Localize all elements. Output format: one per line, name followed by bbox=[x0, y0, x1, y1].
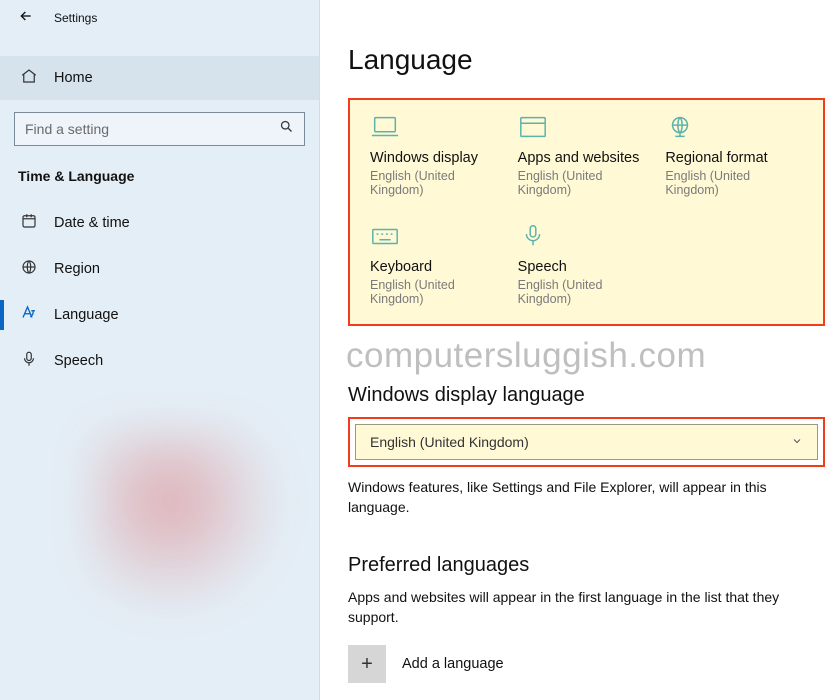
decorative-blur bbox=[90, 430, 290, 610]
nav-home[interactable]: Home bbox=[0, 56, 319, 100]
add-language-button[interactable]: + Add a language bbox=[348, 645, 825, 683]
tile-regional-format[interactable]: Regional format English (United Kingdom) bbox=[665, 114, 803, 197]
home-icon bbox=[20, 67, 38, 90]
nav: Date & time Region Language bbox=[0, 200, 319, 384]
tile-title: Apps and websites bbox=[518, 150, 656, 166]
globe-stand-icon bbox=[665, 114, 695, 140]
search-field[interactable] bbox=[25, 121, 279, 137]
sidebar-item-label: Speech bbox=[54, 353, 103, 369]
microphone-icon bbox=[20, 350, 38, 372]
tile-title: Windows display bbox=[370, 150, 508, 166]
globe-icon bbox=[20, 258, 38, 280]
tile-subtitle: English (United Kingdom) bbox=[518, 169, 656, 197]
tile-subtitle: English (United Kingdom) bbox=[370, 278, 508, 306]
preferred-languages-help: Apps and websites will appear in the fir… bbox=[348, 587, 788, 628]
back-icon[interactable] bbox=[18, 8, 34, 29]
sidebar: Settings Home Time & Language bbox=[0, 0, 320, 700]
display-language-select[interactable]: English (United Kingdom) bbox=[355, 424, 818, 460]
sidebar-item-region[interactable]: Region bbox=[0, 246, 319, 292]
sidebar-section-header: Time & Language bbox=[0, 146, 319, 192]
app-title: Settings bbox=[54, 11, 97, 25]
window-icon bbox=[518, 114, 548, 140]
tile-subtitle: English (United Kingdom) bbox=[370, 169, 508, 197]
keyboard-icon bbox=[370, 223, 400, 249]
preferred-languages-heading: Preferred languages bbox=[348, 554, 825, 577]
add-language-label: Add a language bbox=[402, 656, 504, 672]
display-language-help: Windows features, like Settings and File… bbox=[348, 477, 788, 518]
sidebar-item-label: Region bbox=[54, 261, 100, 277]
laptop-icon bbox=[370, 114, 400, 140]
sidebar-item-date-time[interactable]: Date & time bbox=[0, 200, 319, 246]
page-title: Language bbox=[348, 44, 825, 76]
sidebar-item-speech[interactable]: Speech bbox=[0, 338, 319, 384]
tile-keyboard[interactable]: Keyboard English (United Kingdom) bbox=[370, 223, 508, 306]
main-content: Language Windows display English (United… bbox=[320, 0, 837, 700]
sidebar-item-language[interactable]: Language bbox=[0, 292, 319, 338]
tile-subtitle: English (United Kingdom) bbox=[518, 278, 656, 306]
chevron-down-icon bbox=[791, 434, 803, 450]
display-language-highlight: English (United Kingdom) bbox=[348, 417, 825, 467]
display-language-heading: Windows display language bbox=[348, 384, 825, 407]
tile-title: Speech bbox=[518, 259, 656, 275]
language-overview-box: Windows display English (United Kingdom)… bbox=[348, 98, 825, 326]
titlebar: Settings bbox=[0, 0, 319, 36]
tile-speech[interactable]: Speech English (United Kingdom) bbox=[518, 223, 656, 306]
tile-windows-display[interactable]: Windows display English (United Kingdom) bbox=[370, 114, 508, 197]
plus-icon: + bbox=[348, 645, 386, 683]
clock-icon bbox=[20, 212, 38, 234]
sidebar-item-label: Date & time bbox=[54, 215, 130, 231]
nav-home-label: Home bbox=[54, 70, 93, 86]
sidebar-item-label: Language bbox=[54, 307, 119, 323]
tile-subtitle: English (United Kingdom) bbox=[665, 169, 803, 197]
tile-title: Keyboard bbox=[370, 259, 508, 275]
tile-title: Regional format bbox=[665, 150, 803, 166]
language-icon bbox=[20, 304, 38, 326]
search-icon bbox=[279, 119, 294, 139]
tile-apps-websites[interactable]: Apps and websites English (United Kingdo… bbox=[518, 114, 656, 197]
search-input[interactable] bbox=[14, 112, 305, 146]
display-language-value: English (United Kingdom) bbox=[370, 434, 529, 450]
watermark-text: computersluggish.com bbox=[346, 336, 825, 376]
microphone-icon bbox=[518, 223, 548, 249]
